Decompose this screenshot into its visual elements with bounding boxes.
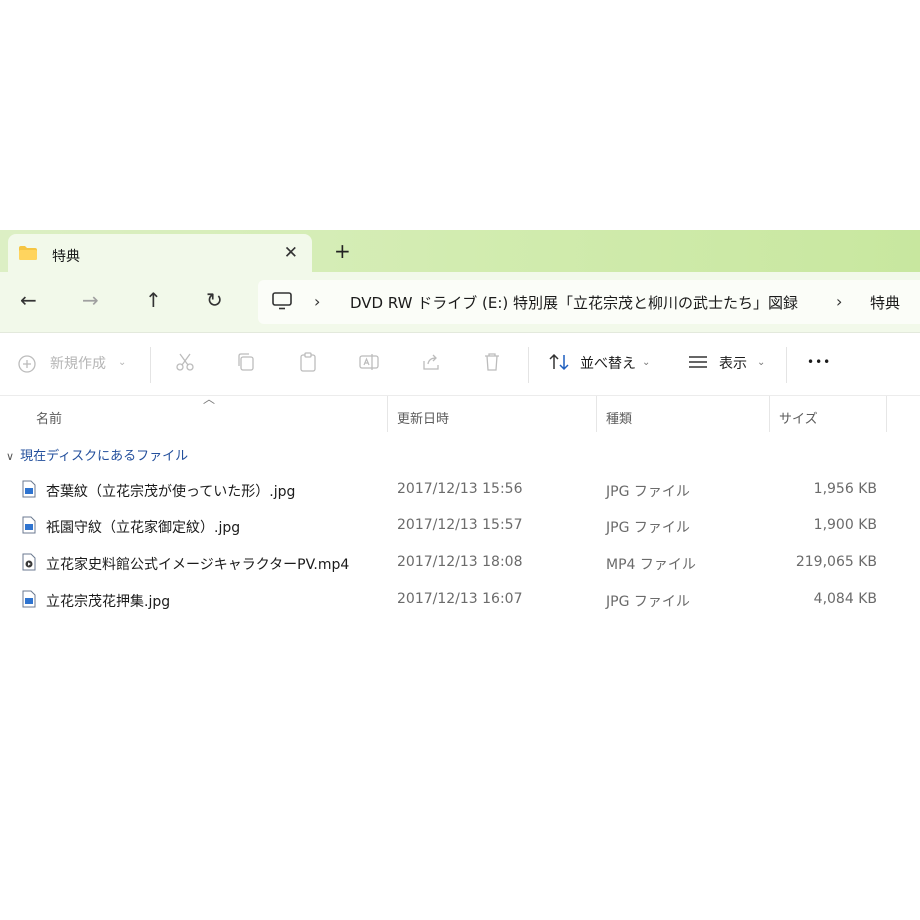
breadcrumb-separator[interactable]: › [836, 292, 842, 311]
chevron-down-icon[interactable]: ∨ [6, 450, 14, 463]
image-file-icon [22, 590, 36, 608]
file-name: 杏葉紋（立花宗茂が使っていた形）.jpg [46, 484, 296, 500]
view-icon [689, 356, 707, 368]
column-header-size[interactable]: サイズ [779, 408, 818, 427]
file-row[interactable]: 立花家史料館公式イメージキャラクターPV.mp4 2017/12/13 18:0… [0, 545, 920, 581]
file-type: JPG ファイル [606, 594, 690, 610]
back-button[interactable]: ← [20, 290, 37, 310]
new-tab-button[interactable]: + [334, 239, 351, 263]
file-type: MP4 ファイル [606, 557, 696, 573]
file-name: 立花宗茂花押集.jpg [46, 594, 171, 610]
copy-icon[interactable] [235, 351, 257, 373]
divider [786, 347, 787, 383]
file-row[interactable]: 立花宗茂花押集.jpg 2017/12/13 16:07 JPG ファイル 4,… [0, 582, 920, 618]
up-button[interactable]: ↑ [145, 290, 162, 310]
column-header-name[interactable]: 名前 [36, 408, 62, 427]
file-date: 2017/12/13 15:56 [397, 481, 523, 497]
file-date: 2017/12/13 16:07 [397, 591, 523, 607]
sort-icon [549, 353, 569, 371]
chevron-down-icon: ⌄ [642, 357, 651, 368]
chevron-down-icon: ⌄ [118, 357, 127, 368]
this-pc-icon[interactable] [272, 292, 292, 310]
address-bar[interactable]: › DVD RW ドライブ (E:) 特別展「立花宗茂と柳川の武士たち」図録 ›… [258, 280, 920, 324]
column-divider[interactable] [886, 396, 887, 432]
command-bar: 新規作成 ⌄ 並べ替え ⌄ 表示 ⌄ ••• [0, 333, 920, 396]
breadcrumb-item-tokuten[interactable]: 特典 [870, 292, 900, 313]
new-icon [18, 355, 36, 373]
sort-ascending-caret-icon: ︿ [203, 392, 216, 406]
forward-button[interactable]: → [82, 290, 99, 310]
chevron-down-icon: ⌄ [757, 357, 766, 368]
sort-button[interactable]: 並べ替え [580, 353, 636, 373]
tab-tokuten[interactable]: 特典 ✕ [8, 234, 312, 274]
file-size: 219,065 KB [795, 554, 877, 570]
breadcrumb-separator[interactable]: › [314, 292, 320, 311]
navigation-bar: ← → ↑ ↻ › DVD RW ドライブ (E:) 特別展「立花宗茂と柳川の武… [0, 272, 920, 333]
file-explorer-window: 特典 ✕ + ← → ↑ ↻ › DVD RW ドライブ (E:) 特別展「立花… [0, 230, 920, 670]
column-header-type[interactable]: 種類 [606, 408, 632, 427]
share-icon[interactable] [420, 351, 442, 373]
column-divider[interactable] [387, 396, 388, 432]
column-header-date[interactable]: 更新日時 [397, 408, 449, 427]
group-header[interactable]: ∨ 現在ディスクにあるファイル [6, 445, 188, 464]
group-label: 現在ディスクにあるファイル [20, 449, 189, 464]
file-date: 2017/12/13 15:57 [397, 517, 523, 533]
column-divider[interactable] [596, 396, 597, 432]
cut-icon[interactable] [174, 351, 196, 373]
more-options-button[interactable]: ••• [807, 355, 831, 369]
file-row[interactable]: 杏葉紋（立花宗茂が使っていた形）.jpg 2017/12/13 15:56 JP… [0, 472, 920, 508]
tab-title: 特典 [52, 249, 80, 265]
file-name: 祇園守紋（立花家御定紋）.jpg [46, 520, 241, 536]
breadcrumb-item-drive[interactable]: DVD RW ドライブ (E:) 特別展「立花宗茂と柳川の武士たち」図録 [350, 292, 798, 313]
image-file-icon [22, 516, 36, 534]
view-button[interactable]: 表示 [719, 353, 747, 373]
divider [150, 347, 151, 383]
rename-icon[interactable] [358, 351, 380, 373]
video-file-icon [22, 553, 36, 571]
divider [528, 347, 529, 383]
file-size: 1,956 KB [813, 481, 877, 497]
file-date: 2017/12/13 18:08 [397, 554, 523, 570]
refresh-button[interactable]: ↻ [206, 290, 223, 310]
new-button[interactable]: 新規作成 [50, 353, 106, 373]
file-size: 4,084 KB [813, 591, 877, 607]
column-divider[interactable] [769, 396, 770, 432]
image-file-icon [22, 480, 36, 498]
tab-strip: 特典 ✕ + [0, 230, 920, 274]
file-type: JPG ファイル [606, 484, 690, 500]
delete-icon[interactable] [481, 351, 503, 373]
file-size: 1,900 KB [813, 517, 877, 533]
folder-icon [19, 246, 37, 260]
paste-icon[interactable] [297, 351, 319, 373]
close-tab-icon[interactable]: ✕ [284, 243, 298, 263]
file-name: 立花家史料館公式イメージキャラクターPV.mp4 [46, 557, 350, 573]
file-row[interactable]: 祇園守紋（立花家御定紋）.jpg 2017/12/13 15:57 JPG ファ… [0, 508, 920, 544]
file-type: JPG ファイル [606, 520, 690, 536]
